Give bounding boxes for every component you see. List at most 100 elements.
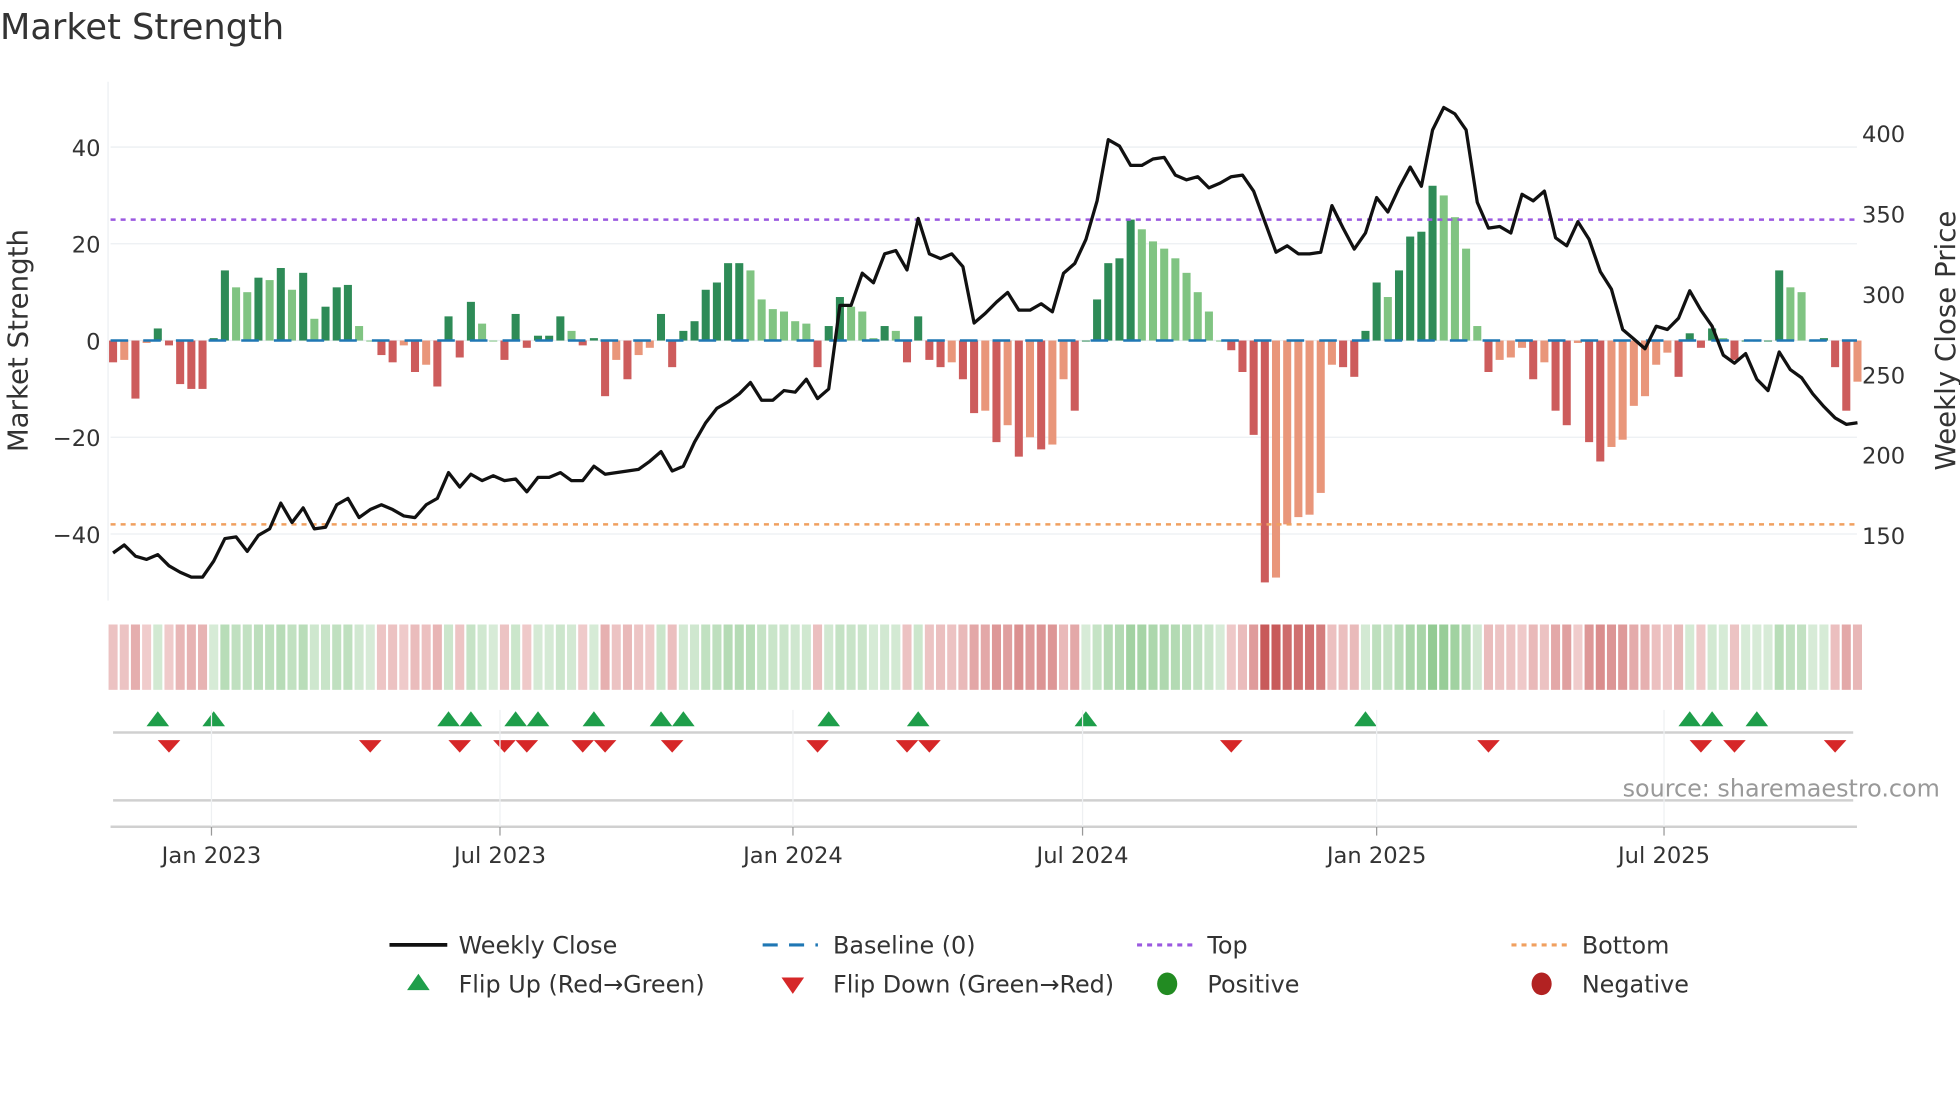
strength-bar — [243, 292, 252, 341]
strength-bar — [1372, 282, 1381, 341]
heat-strip-cell — [1495, 624, 1505, 690]
strength-bar — [1629, 340, 1638, 406]
strength-bar — [388, 340, 397, 363]
strength-bar — [1495, 340, 1504, 360]
flip-up-marker — [1678, 711, 1702, 727]
heat-strip-cell — [175, 624, 185, 690]
right-tick-label: 150 — [1862, 524, 1905, 550]
flip-down-marker — [1823, 740, 1847, 753]
heat-strip-cell — [1159, 624, 1169, 690]
heat-strip-cell — [1506, 624, 1516, 690]
heat-strip-cell — [790, 624, 800, 690]
strength-bar — [612, 340, 621, 360]
heat-strip-cell — [1450, 624, 1460, 690]
strength-bar — [958, 340, 967, 380]
heat-strip-cell — [309, 624, 319, 690]
time-tick-label: Jul 2024 — [1035, 843, 1129, 869]
left-axis-title: Market Strength — [2, 229, 35, 452]
heat-strip-cell — [1472, 624, 1482, 690]
heat-strip-cell — [835, 624, 845, 690]
heat-strip-cell — [1416, 624, 1426, 690]
strength-bar — [1339, 340, 1348, 368]
heat-strip-cell — [298, 624, 308, 690]
strength-bar — [1786, 287, 1795, 341]
strength-bar — [1126, 219, 1135, 341]
heat-strip-cell — [969, 624, 979, 690]
strength-bar — [902, 340, 912, 363]
heat-strip-cell — [421, 624, 431, 690]
strength-bar — [1394, 270, 1404, 341]
strength-bar — [1607, 340, 1616, 447]
heat-strip-cell — [511, 624, 521, 690]
heat-strip-cell — [365, 624, 375, 690]
heat-strip-cell — [1059, 624, 1069, 690]
heat-strip-cell — [1461, 624, 1471, 690]
heat-strip-cell — [343, 624, 353, 690]
heat-strip-cell — [824, 624, 834, 690]
time-axis: Jan 2023 Jul 2023 Jan 2024 Jul 2024 Jan 2025… — [110, 709, 1857, 869]
strength-bar — [1730, 340, 1739, 360]
heat-strip-cell — [1808, 624, 1818, 690]
flip-down-marker — [493, 740, 516, 753]
strength-bar — [992, 340, 1001, 443]
heat-strip-cell — [813, 624, 823, 690]
right-tick-label: 400 — [1862, 122, 1905, 148]
heat-strip-cell — [1036, 624, 1046, 690]
strength-bar — [936, 340, 945, 368]
time-tick-label: Jan 2023 — [160, 843, 262, 869]
heat-strip-cell — [1618, 624, 1628, 690]
heat-strip-cell — [1640, 624, 1650, 690]
heat-strip-cell — [432, 624, 442, 690]
strength-bar — [925, 340, 934, 360]
strength-bar — [712, 282, 721, 341]
strength-bar — [176, 340, 185, 385]
flip-up-marker — [1745, 711, 1769, 727]
heat-strip-cell — [1170, 624, 1180, 690]
right-tick-label: 250 — [1862, 363, 1905, 389]
heat-strip-cell — [712, 624, 722, 690]
strength-bar — [1160, 248, 1169, 341]
strength-bar — [265, 280, 274, 341]
strength-bar — [1428, 185, 1437, 341]
strength-bar — [1417, 231, 1426, 341]
heat-strip-cell — [220, 624, 230, 690]
heat-strip-cell — [376, 624, 386, 690]
strength-bar — [254, 277, 263, 341]
flip-up-marker — [504, 711, 527, 727]
heat-strip-cell — [936, 624, 946, 690]
flip-up-marker — [817, 711, 841, 727]
heat-strip-cell — [1237, 624, 1247, 690]
strength-bar — [813, 340, 822, 368]
strength-bar — [679, 330, 688, 341]
legend-positive-label: Positive — [1207, 971, 1299, 999]
heat-strip-cell — [891, 624, 901, 690]
strength-bar — [489, 340, 498, 342]
right-axis-title: Weekly Close Price — [1929, 211, 1960, 471]
heat-strip-cell — [1573, 624, 1583, 690]
heat-strip-cell — [578, 624, 588, 690]
flip-down-marker — [358, 740, 382, 753]
heat-strip-cell — [958, 624, 968, 690]
heat-strip-cell — [1249, 624, 1259, 690]
strength-bar — [1327, 340, 1336, 365]
strength-bar — [1439, 195, 1448, 341]
legend-positive-icon — [1157, 972, 1178, 996]
strength-bar — [1853, 340, 1862, 382]
strength-bar — [634, 340, 643, 356]
heat-strip-cell — [1081, 624, 1091, 690]
flip-up-marker — [906, 711, 930, 727]
heat-strip-cell — [1260, 624, 1270, 690]
flip-down-marker — [1723, 740, 1746, 753]
strength-bar — [1171, 258, 1180, 341]
heat-strip-cell — [1394, 624, 1404, 690]
legend-flip-down-label: Flip Down (Green→Red) — [833, 971, 1114, 999]
heat-strip-cell — [1528, 624, 1538, 690]
heat-strip-cell — [1539, 624, 1549, 690]
strength-bar — [1462, 248, 1471, 341]
strength-bar — [981, 340, 990, 411]
strength-bar — [1316, 340, 1325, 493]
heat-strip-cell — [1741, 624, 1751, 690]
heat-strip-cell — [645, 624, 655, 690]
heat-strip-cell — [768, 624, 778, 690]
heat-strip-cell — [913, 624, 923, 690]
